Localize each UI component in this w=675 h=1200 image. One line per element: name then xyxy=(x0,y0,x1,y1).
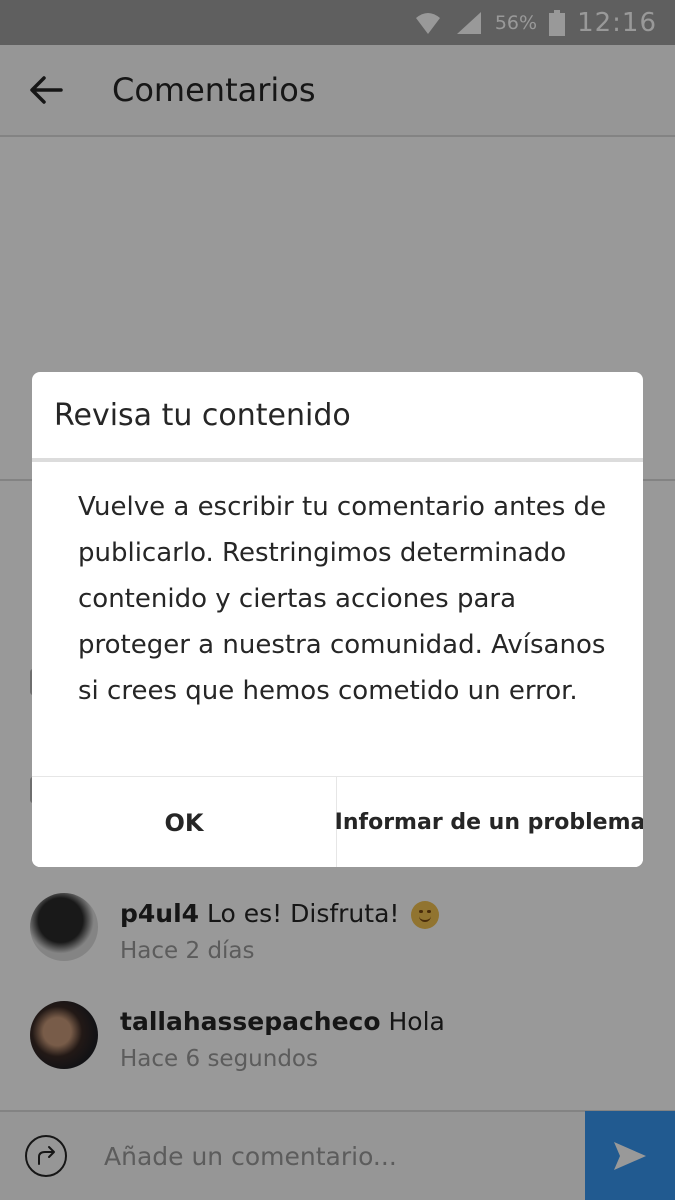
report-problem-button[interactable]: Informar de un problema xyxy=(335,777,643,867)
dialog-divider xyxy=(32,458,643,462)
content-review-dialog: Revisa tu contenido Vuelve a escribir tu… xyxy=(32,372,643,867)
dialog-actions: OK Informar de un problema xyxy=(32,776,643,867)
dialog-message: Vuelve a escribir tu comentario antes de… xyxy=(78,492,607,706)
dialog-title: Revisa tu contenido xyxy=(54,398,351,433)
ok-button[interactable]: OK xyxy=(32,777,337,867)
